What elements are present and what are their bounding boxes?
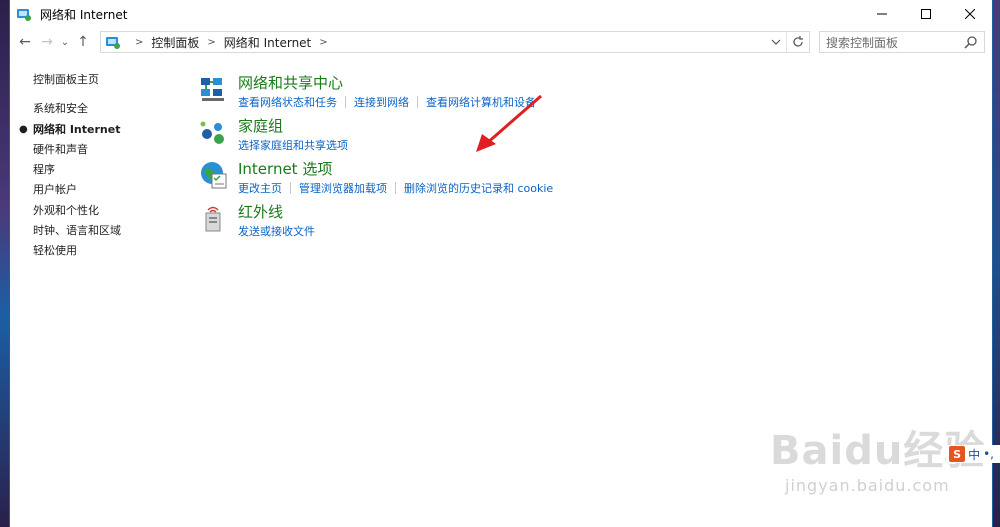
link-homegroup-sharing-options[interactable]: 选择家庭组和共享选项 <box>238 137 348 153</box>
breadcrumb-separator-icon[interactable]: > <box>135 37 143 48</box>
search-box[interactable]: 搜索控制面板 <box>819 31 985 53</box>
control-panel-window: 网络和 Internet ← → ⌄ ↑ > 控制面板 > 网络和 Intern… <box>9 0 993 527</box>
address-bar[interactable]: > 控制面板 > 网络和 Internet > <box>100 31 810 53</box>
homegroup-icon <box>200 121 224 144</box>
chevron-down-icon <box>771 39 781 45</box>
link-manage-addons[interactable]: 管理浏览器加载项 <box>299 180 387 196</box>
sidebar: 控制面板主页 系统和安全 ● 网络和 Internet 硬件和声音 程序 用户帐… <box>19 70 121 262</box>
link-divider <box>345 96 346 108</box>
sidebar-item-hardware-sound[interactable]: 硬件和声音 <box>33 140 121 160</box>
close-icon <box>965 9 975 19</box>
chevron-down-icon: ⌄ <box>60 36 70 48</box>
minimize-button[interactable] <box>860 0 904 28</box>
sogou-ime-icon[interactable]: S <box>949 446 966 462</box>
link-change-homepage[interactable]: 更改主页 <box>238 180 282 196</box>
sidebar-item-clock-language-region[interactable]: 时钟、语言和区域 <box>33 221 121 241</box>
link-divider <box>395 182 396 194</box>
infrared-icon <box>205 206 221 232</box>
current-item-bullet-icon: ● <box>19 123 28 135</box>
up-button[interactable]: ↑ <box>72 30 94 54</box>
sidebar-item-control-panel-home[interactable]: 控制面板主页 <box>33 70 121 90</box>
sidebar-item-ease-of-access[interactable]: 轻松使用 <box>33 241 121 261</box>
minimize-icon <box>877 13 887 15</box>
maximize-button[interactable] <box>904 0 948 28</box>
address-history-dropdown[interactable] <box>767 32 785 52</box>
category-title-homegroup[interactable]: 家庭组 <box>238 115 283 136</box>
baidu-watermark: Baidu经验 jingyan.baidu.com <box>770 418 1000 518</box>
window-title: 网络和 Internet <box>40 7 128 22</box>
ime-punctuation-toggle[interactable]: •, <box>983 447 994 461</box>
link-connect-to-network[interactable]: 连接到网络 <box>354 94 409 110</box>
link-send-receive-files[interactable]: 发送或接收文件 <box>238 223 315 239</box>
ime-toolbar[interactable]: S 中 •, <box>946 445 1000 463</box>
link-view-network-status[interactable]: 查看网络状态和任务 <box>238 94 337 110</box>
up-arrow-icon: ↑ <box>77 34 89 50</box>
category-title-infrared[interactable]: 红外线 <box>238 201 283 222</box>
sidebar-item-appearance[interactable]: 外观和个性化 <box>33 201 121 221</box>
link-divider <box>290 182 291 194</box>
navigation-bar: ← → ⌄ ↑ > 控制面板 > 网络和 Internet > 搜索控制面板 <box>10 28 992 56</box>
sidebar-item-system-security[interactable]: 系统和安全 <box>33 99 121 119</box>
refresh-icon <box>793 36 803 47</box>
annotation-arrow <box>476 94 542 152</box>
link-delete-browsing-history[interactable]: 删除浏览的历史记录和 cookie <box>404 180 553 196</box>
title-bar: 网络和 Internet <box>10 0 992 28</box>
category-title-network-sharing[interactable]: 网络和共享中心 <box>238 72 343 93</box>
breadcrumb-separator-icon[interactable]: > <box>319 37 327 48</box>
sidebar-item-user-accounts[interactable]: 用户帐户 <box>33 180 121 200</box>
ime-language-toggle[interactable]: 中 <box>968 446 980 463</box>
forward-button[interactable]: → <box>36 30 58 54</box>
category-title-internet-options[interactable]: Internet 选项 <box>238 158 332 179</box>
control-panel-icon <box>106 37 120 49</box>
watermark-url: jingyan.baidu.com <box>785 476 950 495</box>
internet-options-icon <box>201 162 227 189</box>
back-arrow-icon: ← <box>19 34 31 50</box>
control-panel-app-icon <box>17 9 31 21</box>
breadcrumb-control-panel[interactable]: 控制面板 <box>151 34 199 51</box>
breadcrumb-separator-icon[interactable]: > <box>207 37 215 48</box>
back-button[interactable]: ← <box>14 30 36 54</box>
sidebar-item-programs[interactable]: 程序 <box>33 160 121 180</box>
network-sharing-icon <box>201 78 224 101</box>
refresh-button[interactable] <box>786 32 809 52</box>
link-divider <box>417 96 418 108</box>
desktop-left-strip <box>0 0 9 527</box>
sidebar-item-label: 网络和 Internet <box>33 122 121 136</box>
search-placeholder: 搜索控制面板 <box>826 35 899 50</box>
maximize-icon <box>921 9 931 19</box>
recent-locations-button[interactable]: ⌄ <box>58 30 72 54</box>
search-icon[interactable] <box>964 35 978 49</box>
sidebar-item-network-internet[interactable]: ● 网络和 Internet <box>19 120 121 140</box>
forward-arrow-icon: → <box>41 34 53 50</box>
close-button[interactable] <box>948 0 992 28</box>
breadcrumb-network-internet[interactable]: 网络和 Internet <box>224 34 311 51</box>
